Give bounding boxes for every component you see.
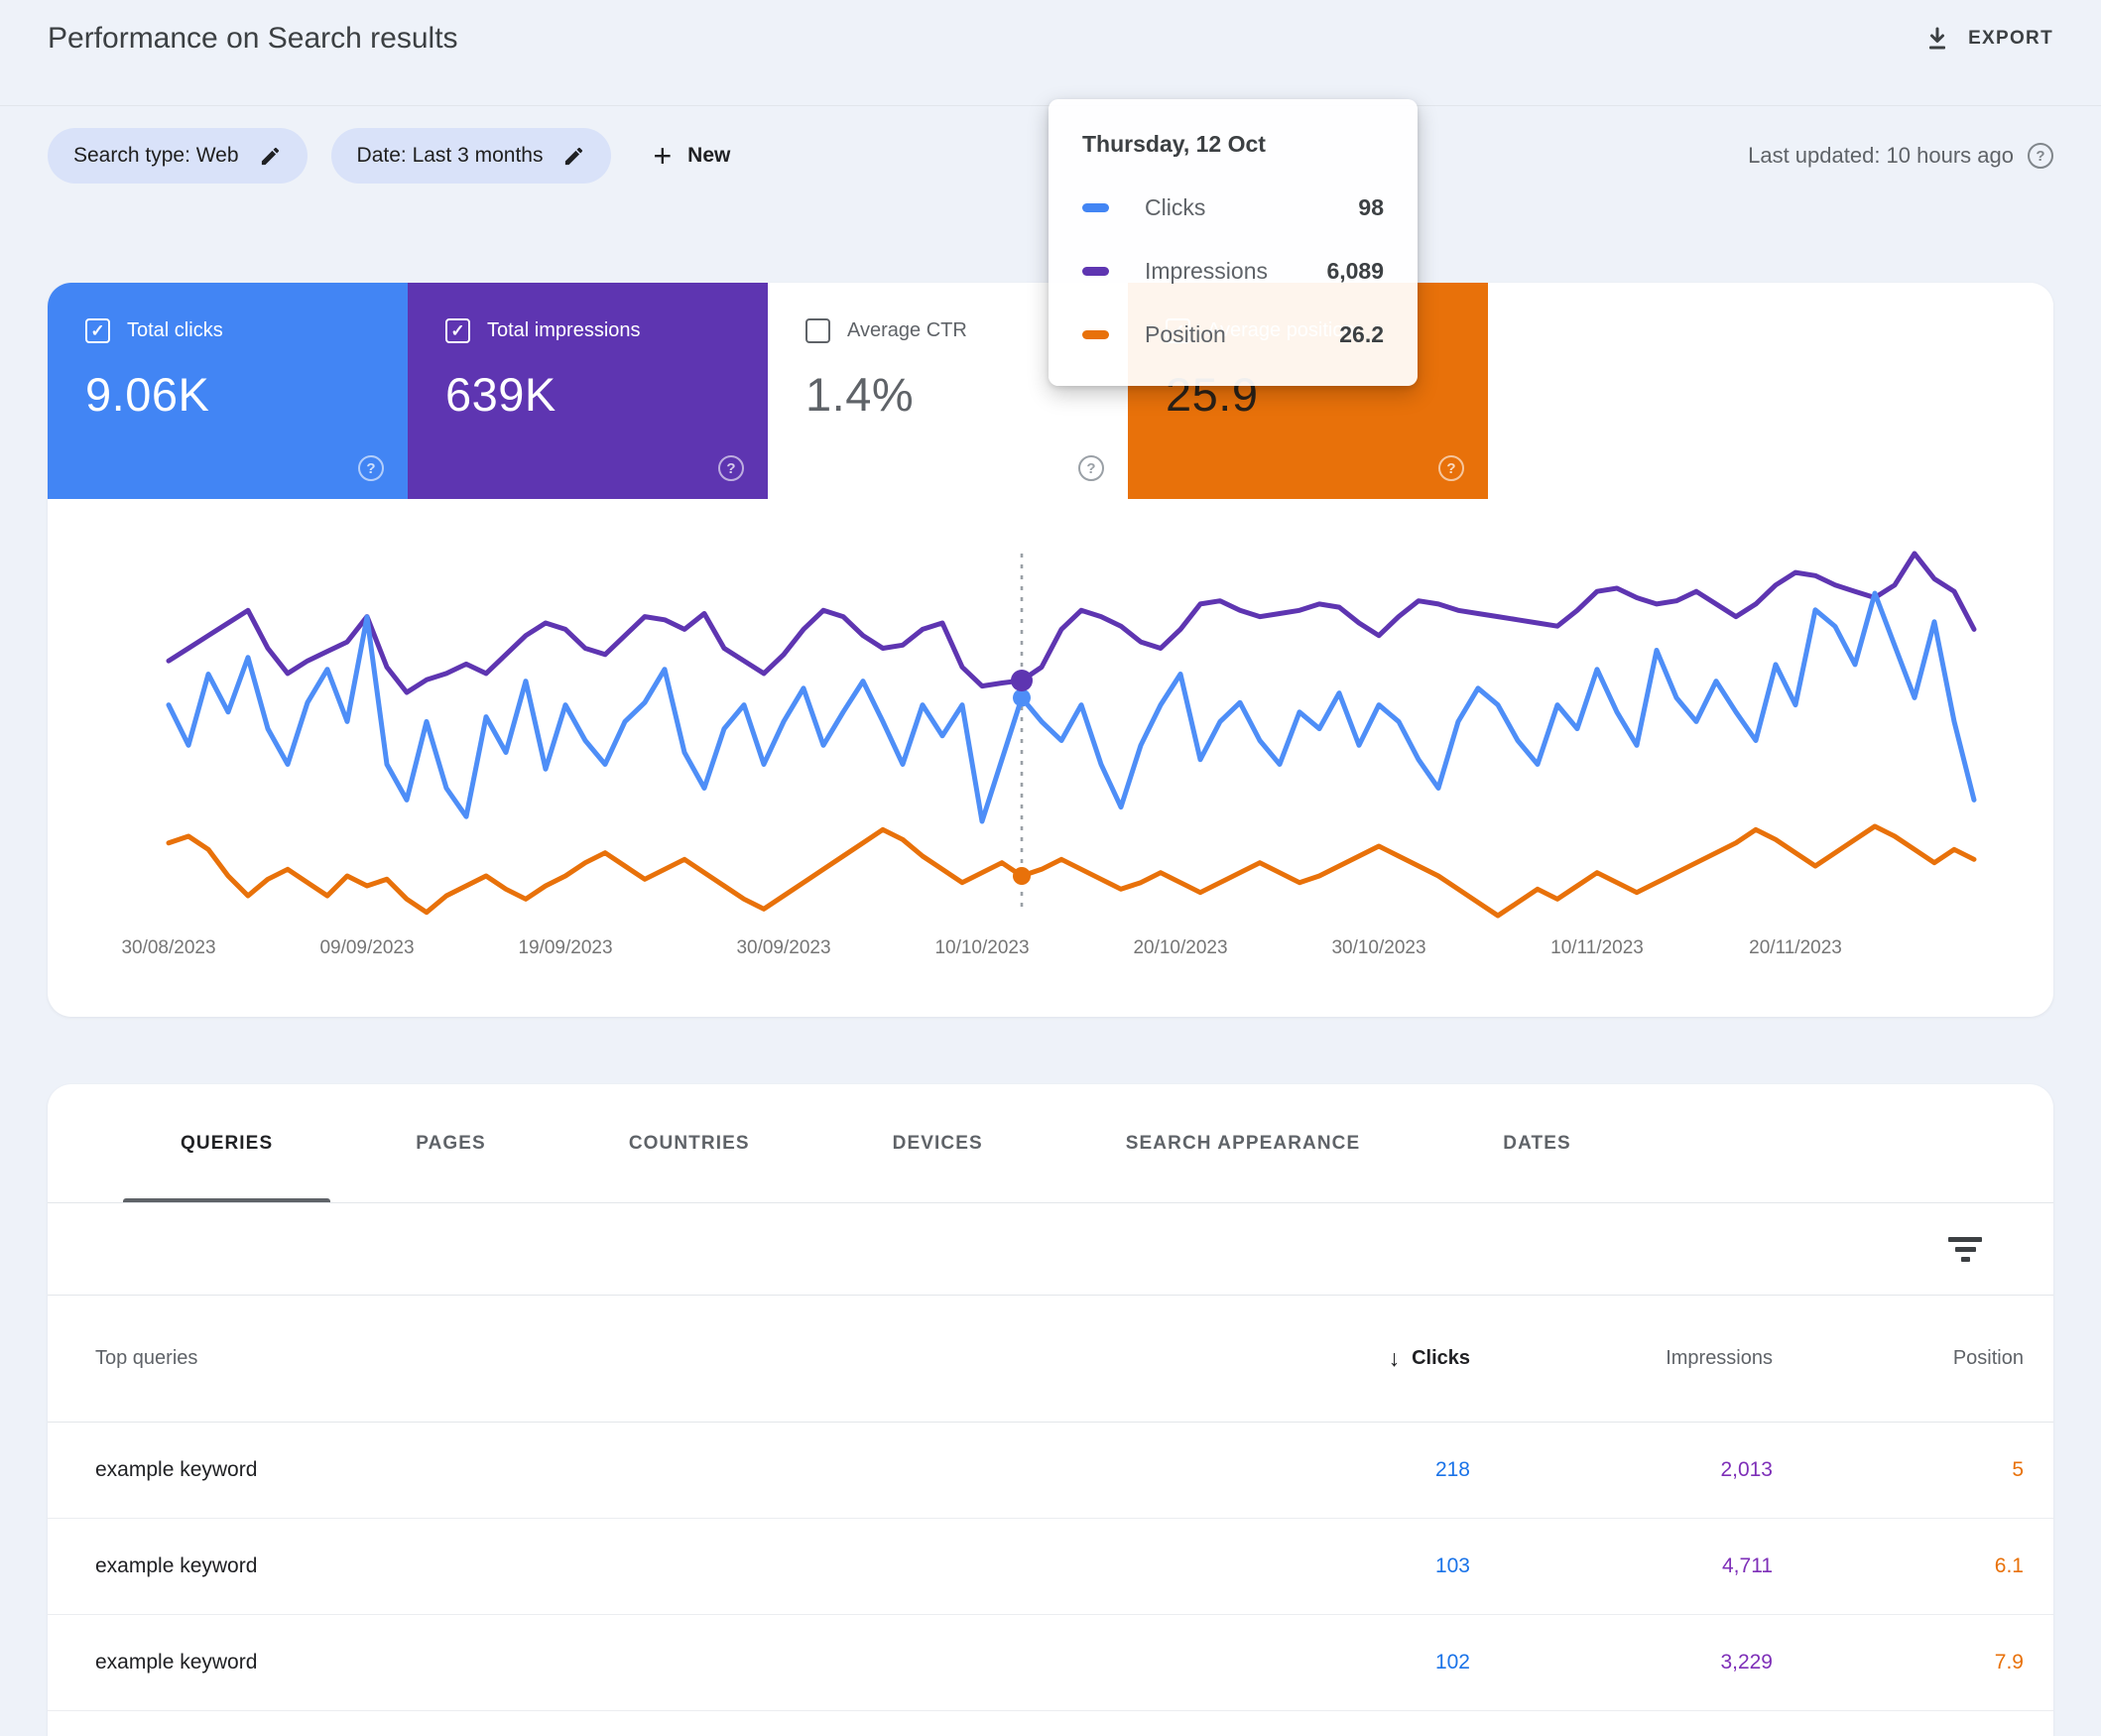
download-icon	[1924, 26, 1950, 52]
total-impressions-label: Total impressions	[487, 319, 641, 342]
tooltip-date: Thursday, 12 Oct	[1082, 131, 1384, 158]
tooltip-position-value: 26.2	[1339, 321, 1384, 348]
query-cell[interactable]: example keyword	[95, 1554, 1282, 1578]
tab-devices[interactable]: DEVICES	[821, 1084, 1054, 1202]
tooltip-impressions-value: 6,089	[1326, 258, 1384, 285]
query-cell[interactable]: example keyword	[95, 1651, 1282, 1674]
table-row[interactable]: example keyword 103 4,711 6.1	[48, 1519, 2053, 1615]
impressions-cell: 2,013	[1470, 1458, 1773, 1482]
pencil-icon	[562, 145, 585, 168]
search-type-chip-label: Search type: Web	[73, 144, 239, 168]
date-range-chip-label: Date: Last 3 months	[357, 144, 544, 168]
col-top-queries[interactable]: Top queries	[95, 1347, 1282, 1370]
total-impressions-header: ✓ Total impressions	[445, 318, 768, 343]
help-icon[interactable]: ?	[718, 455, 744, 481]
svg-text:19/09/2023: 19/09/2023	[518, 937, 612, 958]
tooltip-position-label: Position	[1145, 321, 1339, 348]
svg-text:30/10/2023: 30/10/2023	[1331, 937, 1425, 958]
checkbox-unchecked-icon[interactable]	[805, 318, 830, 343]
checkbox-checked-icon[interactable]: ✓	[85, 318, 110, 343]
position-cell: 7.9	[1773, 1651, 2024, 1674]
clicks-cell: 102	[1282, 1651, 1470, 1674]
tooltip-clicks-label: Clicks	[1145, 194, 1358, 221]
pencil-icon	[259, 145, 282, 168]
col-position[interactable]: Position	[1773, 1347, 2024, 1370]
metric-row-filler	[1488, 283, 2053, 499]
sort-desc-icon: ↓	[1389, 1345, 1401, 1372]
last-updated: Last updated: 10 hours ago ?	[1748, 143, 2053, 169]
last-updated-text: Last updated: 10 hours ago	[1748, 143, 2014, 169]
help-icon[interactable]: ?	[1078, 455, 1104, 481]
query-cell[interactable]: example keyword	[95, 1458, 1282, 1482]
checkbox-checked-icon[interactable]: ✓	[445, 318, 470, 343]
page-title: Performance on Search results	[48, 18, 458, 60]
help-icon[interactable]: ?	[358, 455, 384, 481]
impressions-cell: 4,711	[1470, 1554, 1773, 1578]
svg-text:10/11/2023: 10/11/2023	[1550, 937, 1644, 958]
total-clicks-label: Total clicks	[127, 319, 223, 342]
tab-pages[interactable]: PAGES	[344, 1084, 557, 1202]
performance-chart-card: ✓ Total clicks 9.06K ? ✓ Total impressio…	[48, 283, 2053, 1017]
svg-text:20/10/2023: 20/10/2023	[1133, 937, 1227, 958]
dimension-tabs: QUERIES PAGES COUNTRIES DEVICES SEARCH A…	[48, 1084, 2053, 1203]
search-type-chip[interactable]: Search type: Web	[48, 128, 308, 184]
col-clicks-label: Clicks	[1412, 1347, 1470, 1370]
total-impressions-card[interactable]: ✓ Total impressions 639K ?	[408, 283, 768, 499]
export-button[interactable]: EXPORT	[1924, 18, 2053, 52]
total-clicks-value: 9.06K	[85, 367, 408, 422]
new-filter-button[interactable]: + New	[653, 141, 730, 171]
col-clicks-sorted[interactable]: ↓ Clicks	[1282, 1345, 1470, 1372]
top-bar: Performance on Search results EXPORT	[0, 0, 2101, 106]
plus-icon: +	[653, 141, 672, 171]
total-clicks-card[interactable]: ✓ Total clicks 9.06K ?	[48, 283, 408, 499]
impressions-series-dash-icon	[1082, 267, 1109, 276]
table-filter-row	[48, 1203, 2053, 1296]
tab-countries[interactable]: COUNTRIES	[557, 1084, 821, 1202]
total-clicks-header: ✓ Total clicks	[85, 318, 408, 343]
tooltip-impressions-label: Impressions	[1145, 258, 1326, 285]
clicks-cell: 103	[1282, 1554, 1470, 1578]
position-cell: 6.1	[1773, 1554, 2024, 1578]
chart-hover-tooltip: Thursday, 12 Oct Clicks 98 Impressions 6…	[1049, 99, 1418, 386]
date-range-chip[interactable]: Date: Last 3 months	[331, 128, 612, 184]
svg-text:09/09/2023: 09/09/2023	[319, 937, 414, 958]
help-icon[interactable]: ?	[2028, 143, 2053, 169]
performance-line-chart[interactable]: 30/08/2023 09/09/2023 19/09/2023 30/09/2023…	[48, 499, 2053, 1017]
dimensions-table-card: QUERIES PAGES COUNTRIES DEVICES SEARCH A…	[48, 1084, 2053, 1736]
tooltip-row-position: Position 26.2	[1082, 321, 1384, 348]
tooltip-clicks-value: 98	[1358, 194, 1384, 221]
col-impressions[interactable]: Impressions	[1470, 1347, 1773, 1370]
tab-search-appearance[interactable]: SEARCH APPEARANCE	[1054, 1084, 1432, 1202]
export-label: EXPORT	[1968, 28, 2053, 50]
table-header-row: Top queries ↓ Clicks Impressions Positio…	[48, 1296, 2053, 1423]
svg-text:30/08/2023: 30/08/2023	[121, 937, 215, 958]
svg-text:30/09/2023: 30/09/2023	[736, 937, 830, 958]
impressions-cell: 3,229	[1470, 1651, 1773, 1674]
position-cell: 5	[1773, 1458, 2024, 1482]
total-impressions-value: 639K	[445, 367, 768, 422]
average-ctr-label: Average CTR	[847, 319, 967, 342]
svg-text:20/11/2023: 20/11/2023	[1749, 937, 1842, 958]
clicks-cell: 218	[1282, 1458, 1470, 1482]
help-icon[interactable]: ?	[1438, 455, 1464, 481]
position-series-dash-icon	[1082, 330, 1109, 339]
tab-queries[interactable]: QUERIES	[109, 1084, 344, 1202]
filter-list-icon[interactable]	[1940, 1229, 1990, 1270]
new-filter-label: New	[687, 144, 730, 168]
table-row[interactable]: example keyword 102 3,229 7.9	[48, 1615, 2053, 1711]
tooltip-row-impressions: Impressions 6,089	[1082, 258, 1384, 285]
tooltip-row-clicks: Clicks 98	[1082, 194, 1384, 221]
chart-svg[interactable]: 30/08/2023 09/09/2023 19/09/2023 30/09/2023…	[48, 499, 2053, 1017]
tab-dates[interactable]: DATES	[1431, 1084, 1642, 1202]
svg-text:10/10/2023: 10/10/2023	[934, 937, 1029, 958]
clicks-series-dash-icon	[1082, 203, 1109, 212]
table-row[interactable]: example keyword 218 2,013 5	[48, 1423, 2053, 1519]
